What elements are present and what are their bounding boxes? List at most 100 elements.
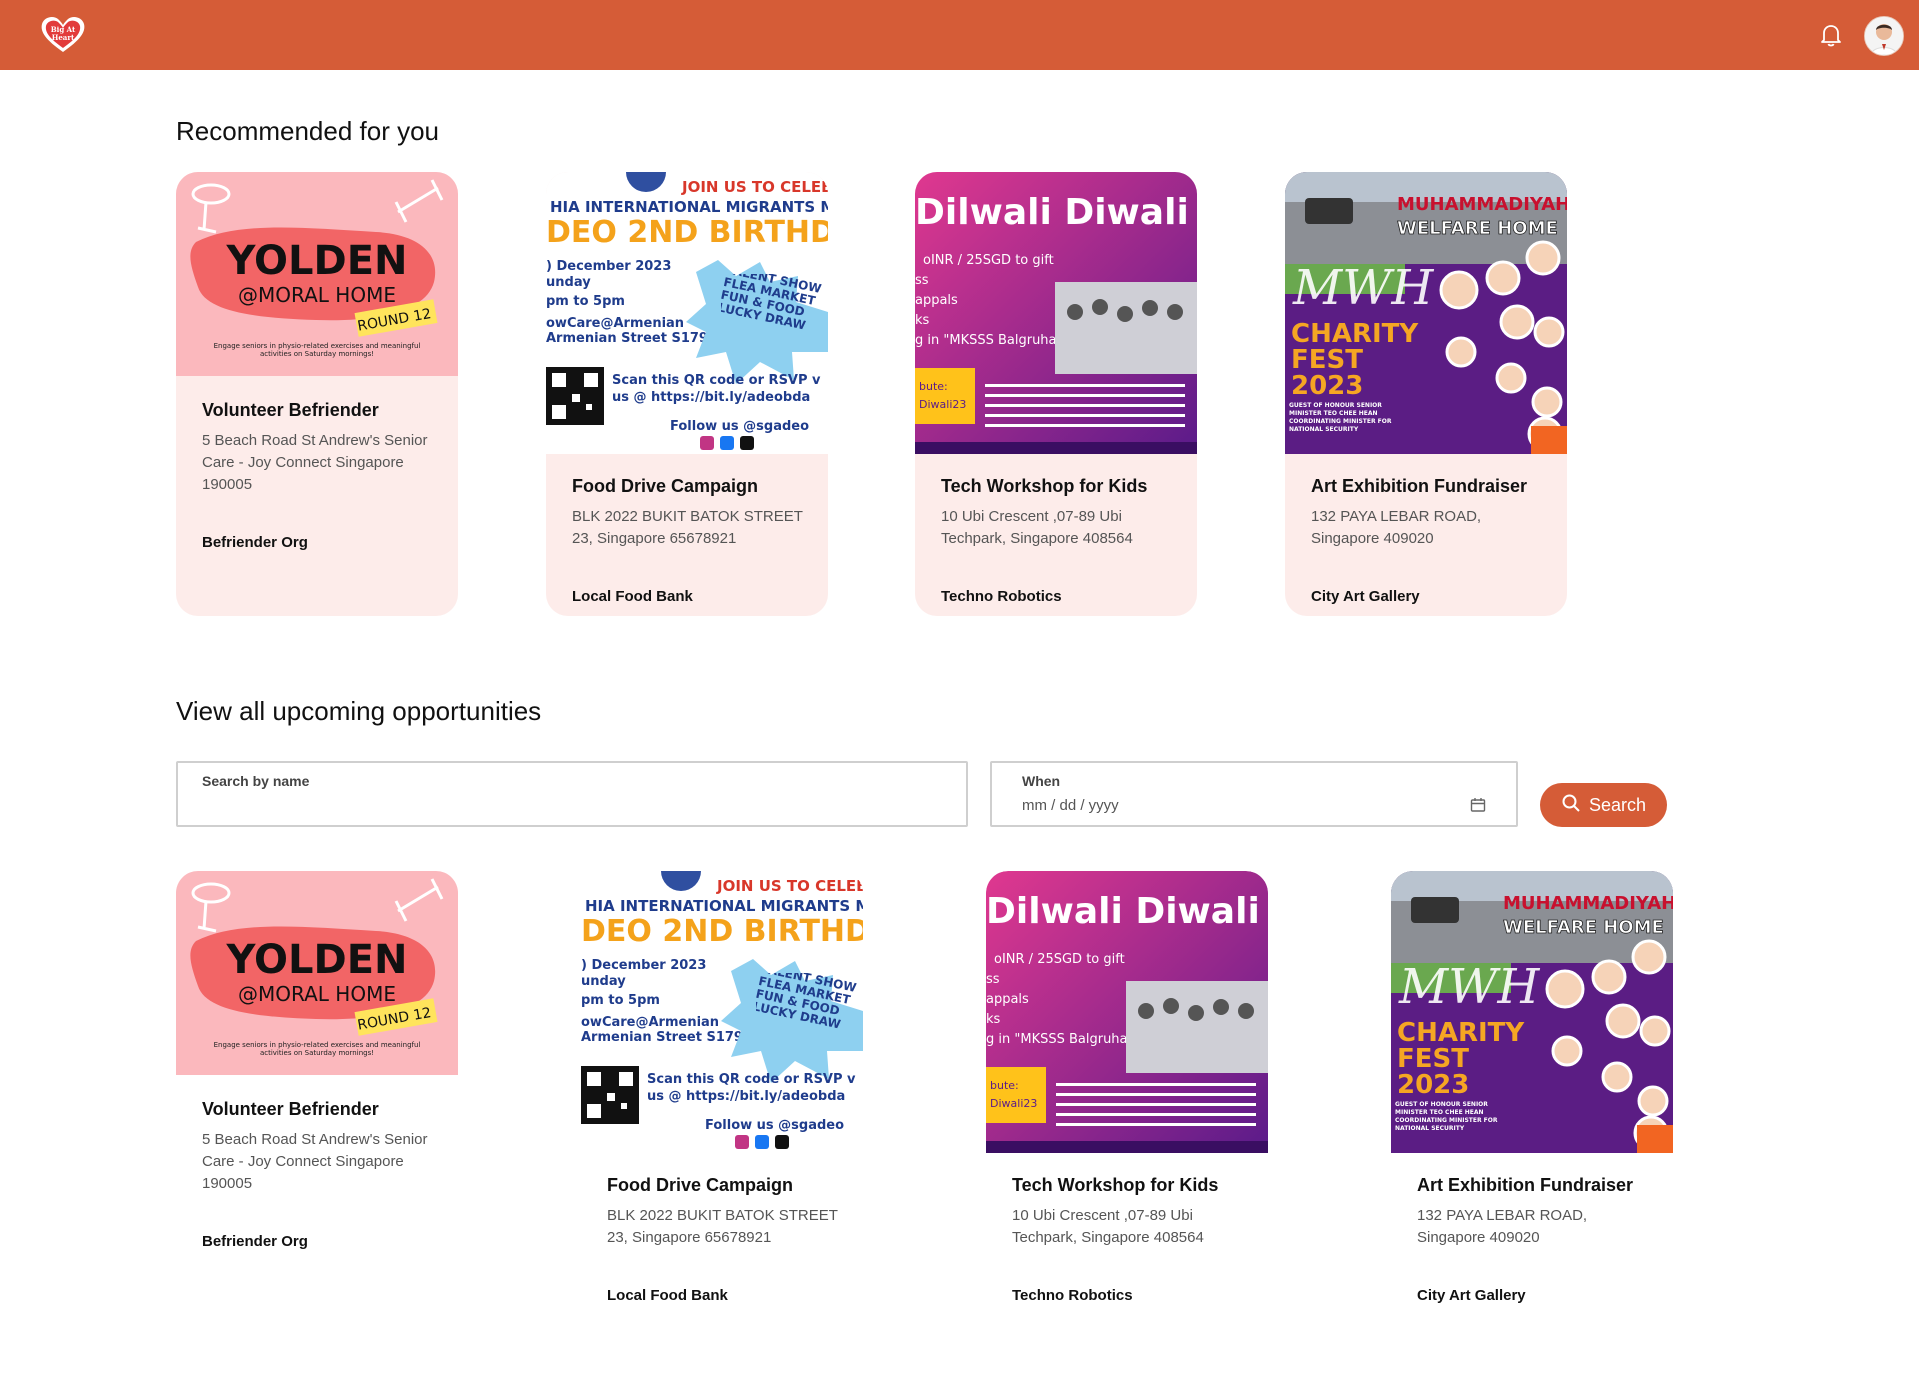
card-title: Art Exhibition Fundraiser — [1417, 1175, 1634, 1195]
card-title: Art Exhibition Fundraiser — [1311, 476, 1528, 496]
svg-text:appals: appals — [915, 293, 958, 308]
calendar-icon[interactable] — [1470, 797, 1486, 818]
search-icon — [1561, 793, 1581, 818]
svg-text:Diwali23: Diwali23 — [919, 398, 966, 411]
svg-text:WELFARE HOME: WELFARE HOME — [1397, 218, 1558, 239]
svg-text:appals: appals — [986, 992, 1029, 1007]
svg-text:ss: ss — [915, 273, 929, 288]
svg-text:2023: 2023 — [1397, 1070, 1469, 1100]
svg-text:oINR / 25SGD to gift: oINR / 25SGD to gift — [994, 952, 1125, 967]
card-organization: Techno Robotics — [1012, 1287, 1133, 1304]
date-input[interactable]: mm / dd / yyyy — [1022, 797, 1119, 814]
card-organization: Local Food Bank — [607, 1287, 728, 1304]
upcoming-heading: View all upcoming opportunities — [176, 696, 542, 726]
card-organization: City Art Gallery — [1311, 588, 1420, 605]
card-title: Food Drive Campaign — [572, 476, 759, 496]
search-button[interactable]: Search — [1540, 783, 1667, 827]
svg-text:JOIN US TO CELEBR: JOIN US TO CELEBR — [716, 877, 863, 895]
svg-text:HIA INTERNATIONAL MIGRANTS MO: HIA INTERNATIONAL MIGRANTS MO — [550, 198, 828, 216]
upcoming-card-tech-workshop[interactable]: Dilwali Diwali 2 oINR / 25SGD to gift ss… — [986, 871, 1268, 1315]
big-at-heart-logo[interactable]: Big At Heart — [38, 14, 88, 54]
card-address: 5 Beach Road St Andrew's Senior Care - J… — [202, 432, 428, 493]
svg-text:) December 2023: ) December 2023 — [546, 259, 671, 274]
svg-text:MWH: MWH — [1398, 959, 1540, 1015]
card-title: Food Drive Campaign — [607, 1175, 794, 1195]
card-address: 10 Ubi Crescent ,07-89 Ubi Techpark, Sin… — [1012, 1207, 1204, 1246]
svg-text:MWH: MWH — [1292, 260, 1434, 316]
search-button-label: Search — [1588, 794, 1647, 815]
card-title: Volunteer Befriender — [202, 400, 379, 420]
svg-text:MUHAMMADIYAH: MUHAMMADIYAH — [1503, 893, 1673, 914]
search-by-name-field[interactable]: Search by name — [176, 761, 968, 827]
upcoming-card-volunteer-befriender[interactable]: YOLDEN @MORAL HOME ROUND 12 Engage senio… — [176, 871, 458, 1315]
card-address: 132 PAYA LEBAR ROAD, Singapore 409020 — [1417, 1207, 1588, 1246]
svg-text:YOLDEN: YOLDEN — [225, 238, 407, 284]
svg-text:bute:: bute: — [919, 380, 948, 393]
diwali-poster-image: Dilwali Diwali 2 oINR / 25SGD to gift ss… — [986, 871, 1268, 1153]
upcoming-card-art-exhibition[interactable]: MUHAMMADIYAH WELFARE HOME MWH CHARITY FE… — [1391, 871, 1673, 1315]
card-organization: City Art Gallery — [1417, 1287, 1526, 1304]
svg-text:pm to 5pm: pm to 5pm — [581, 993, 660, 1008]
svg-text:ks: ks — [915, 313, 930, 328]
svg-text:g in "MKSSS Balgruha: g in "MKSSS Balgruha — [915, 333, 1057, 348]
svg-text:owCare@Armenian: owCare@Armenian — [581, 1015, 719, 1030]
svg-text:2023: 2023 — [1291, 371, 1363, 401]
svg-text:Dilwali Diwali 2: Dilwali Diwali 2 — [986, 891, 1268, 932]
svg-text:ss: ss — [986, 972, 1000, 987]
diwali-poster-image: Dilwali Diwali 2 oINR / 25SGD to gift ss… — [915, 172, 1197, 454]
adeo-poster-image: JOIN US TO CELEBR HIA INTERNATIONAL MIGR… — [546, 172, 828, 454]
charity-fest-poster-image: MUHAMMADIYAH WELFARE HOME MWH CHARITY FE… — [1285, 172, 1567, 454]
svg-text:unday: unday — [581, 974, 626, 989]
when-date-field[interactable]: When mm / dd / yyyy — [990, 761, 1518, 827]
recommended-heading: Recommended for you — [176, 116, 440, 146]
card-title: Tech Workshop for Kids — [941, 476, 1148, 496]
svg-text:Follow us @sgadeo: Follow us @sgadeo — [705, 1118, 844, 1133]
svg-text:Dilwali Diwali 2: Dilwali Diwali 2 — [915, 192, 1197, 233]
svg-text:unday: unday — [546, 275, 591, 290]
top-navigation-bar: Big At Heart — [0, 0, 1919, 70]
yolden-poster-image: YOLDEN @MORAL HOME ROUND 12 Engage senio… — [176, 871, 458, 1075]
svg-text:Follow us @sgadeo: Follow us @sgadeo — [670, 419, 809, 434]
svg-text:JOIN US TO CELEBR: JOIN US TO CELEBR — [681, 178, 828, 196]
card-address: BLK 2022 BUKIT BATOK STREET 23, Singapor… — [607, 1207, 838, 1246]
recommended-card-art-exhibition[interactable]: MUHAMMADIYAH WELFARE HOME MWH CHARITY FE… — [1285, 172, 1567, 616]
svg-text:Diwali23: Diwali23 — [990, 1097, 1037, 1110]
recommended-card-volunteer-befriender[interactable]: YOLDEN @MORAL HOME ROUND 12 Engage senio… — [176, 172, 458, 616]
svg-text:) December 2023: ) December 2023 — [581, 958, 706, 973]
adeo-poster-image: JOIN US TO CELEBR HIA INTERNATIONAL MIGR… — [581, 871, 863, 1153]
card-address: BLK 2022 BUKIT BATOK STREET 23, Singapor… — [572, 508, 803, 547]
recommended-card-tech-workshop[interactable]: Dilwali Diwali 2 oINR / 25SGD to gift ss… — [915, 172, 1197, 616]
yolden-poster-image: YOLDEN @MORAL HOME ROUND 12 Engage senio… — [176, 172, 458, 376]
svg-text:bute:: bute: — [990, 1079, 1019, 1092]
svg-text:DEO 2ND BIRTHDA: DEO 2ND BIRTHDA — [581, 914, 863, 949]
svg-text:oINR / 25SGD to gift: oINR / 25SGD to gift — [923, 253, 1054, 268]
card-address: 10 Ubi Crescent ,07-89 Ubi Techpark, Sin… — [941, 508, 1133, 547]
svg-text:ks: ks — [986, 1012, 1001, 1027]
svg-text:g in "MKSSS Balgruha: g in "MKSSS Balgruha — [986, 1032, 1128, 1047]
svg-text:HIA INTERNATIONAL MIGRANTS MO: HIA INTERNATIONAL MIGRANTS MO — [585, 897, 863, 915]
card-organization: Befriender Org — [202, 534, 308, 551]
svg-text:@MORAL HOME: @MORAL HOME — [238, 982, 396, 1006]
card-organization: Local Food Bank — [572, 588, 693, 605]
user-avatar[interactable] — [1864, 16, 1904, 56]
svg-text:DEO 2ND BIRTHDA: DEO 2ND BIRTHDA — [546, 215, 828, 250]
search-label: Search by name — [202, 773, 310, 789]
card-organization: Befriender Org — [202, 1233, 308, 1250]
svg-text:@MORAL HOME: @MORAL HOME — [238, 283, 396, 307]
recommended-card-food-drive[interactable]: JOIN US TO CELEBR HIA INTERNATIONAL MIGR… — [546, 172, 828, 616]
card-title: Tech Workshop for Kids — [1012, 1175, 1219, 1195]
upcoming-card-food-drive[interactable]: JOIN US TO CELEBR HIA INTERNATIONAL MIGR… — [581, 871, 863, 1315]
svg-text:YOLDEN: YOLDEN — [225, 937, 407, 983]
card-organization: Techno Robotics — [941, 588, 1062, 605]
card-address: 5 Beach Road St Andrew's Senior Care - J… — [202, 1131, 428, 1192]
when-label: When — [1022, 773, 1061, 789]
svg-text:WELFARE HOME: WELFARE HOME — [1503, 917, 1664, 938]
svg-text:owCare@Armenian: owCare@Armenian — [546, 316, 684, 331]
bell-icon[interactable] — [1816, 20, 1846, 50]
svg-text:MUHAMMADIYAH: MUHAMMADIYAH — [1397, 194, 1567, 215]
card-title: Volunteer Befriender — [202, 1099, 379, 1119]
card-address: 132 PAYA LEBAR ROAD, Singapore 409020 — [1311, 508, 1482, 547]
charity-fest-poster-image: MUHAMMADIYAH WELFARE HOME MWH CHARITY FE… — [1391, 871, 1673, 1153]
svg-text:Heart: Heart — [52, 33, 75, 42]
svg-text:pm to 5pm: pm to 5pm — [546, 294, 625, 309]
